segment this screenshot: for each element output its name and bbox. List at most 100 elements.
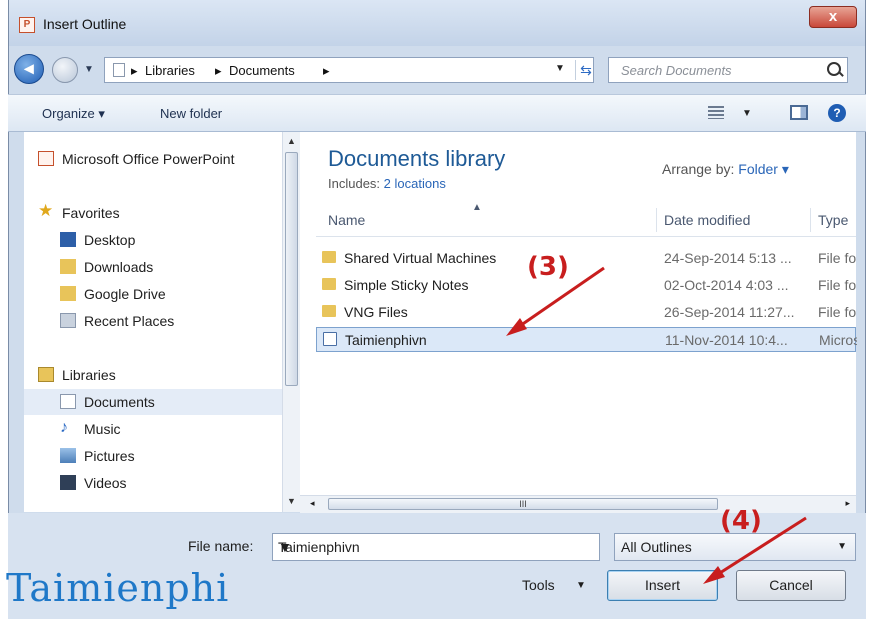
search-placeholder: Search Documents — [621, 63, 732, 78]
nav-item-downloads[interactable]: Downloads — [24, 254, 282, 280]
nav-item-label: Desktop — [84, 232, 136, 248]
file-name-input[interactable]: Taimienphivn ▼ — [272, 533, 600, 561]
refresh-icon[interactable]: ⇆ — [575, 60, 596, 80]
nav-item-documents[interactable]: Documents — [24, 389, 282, 415]
help-icon[interactable]: ? — [828, 104, 846, 122]
file-row-selected[interactable]: Taimienphivn 11-Nov-2014 10:4... Microso… — [316, 327, 857, 352]
column-header: Name ▲ Date modified Type — [316, 202, 856, 237]
column-name[interactable]: Name — [328, 212, 365, 228]
nav-item-label: Recent Places — [84, 313, 175, 329]
search-icon[interactable] — [827, 62, 841, 76]
nav-item-videos[interactable]: Videos — [24, 470, 282, 496]
breadcrumb-separator-icon[interactable]: ▸ — [131, 63, 138, 79]
tools-button[interactable]: Tools — [522, 577, 555, 593]
change-view-icon[interactable] — [708, 106, 724, 119]
file-list-horizontal-scrollbar[interactable]: ◂ III ▸ — [300, 495, 856, 513]
close-button[interactable]: x — [809, 6, 857, 28]
arrange-by: Arrange by: Folder ▾ — [662, 161, 789, 178]
nav-item-label: Microsoft Office PowerPoint — [62, 151, 235, 167]
step-3-annotation: (3) — [527, 252, 569, 282]
search-box[interactable]: Search Documents — [608, 57, 848, 83]
filter-dropdown-icon[interactable]: ▼ — [837, 541, 847, 552]
star-icon: ★ — [38, 201, 54, 220]
powerpoint-icon — [38, 151, 54, 166]
file-type-filter-value: All Outlines — [621, 539, 692, 555]
folder-icon — [322, 278, 336, 290]
preview-pane-icon[interactable] — [790, 105, 808, 120]
horizontal-scroll-thumb[interactable]: III — [328, 498, 718, 510]
breadcrumb-libraries[interactable]: Libraries — [145, 63, 195, 78]
column-divider[interactable] — [656, 208, 657, 232]
folder-icon — [322, 251, 336, 263]
sort-ascending-icon: ▲ — [472, 202, 482, 213]
column-divider[interactable] — [810, 208, 811, 232]
file-type: File folder — [818, 304, 856, 320]
breadcrumb-separator-icon[interactable]: ▸ — [215, 63, 222, 79]
music-icon: ♪ — [60, 419, 68, 436]
nav-item-label: Videos — [84, 475, 127, 491]
nav-item-label: Libraries — [62, 367, 116, 383]
file-row[interactable]: Shared Virtual Machines 24-Sep-2014 5:13… — [316, 246, 856, 271]
videos-icon — [60, 475, 76, 490]
watermark-logo: Taimienphi — [6, 566, 230, 610]
nav-item-label: Pictures — [84, 448, 135, 464]
nav-scroll-thumb[interactable] — [285, 152, 298, 386]
scroll-left-icon[interactable]: ◂ — [310, 498, 315, 509]
nav-item-powerpoint[interactable]: Microsoft Office PowerPoint — [24, 146, 282, 172]
file-list-pane: Documents library Includes: 2 locations … — [300, 132, 857, 495]
file-name-dropdown-icon[interactable]: ▼ — [278, 539, 292, 555]
file-name: Shared Virtual Machines — [344, 250, 497, 266]
column-type[interactable]: Type — [818, 212, 848, 228]
nav-scrollbar[interactable]: ▲ ▼ — [282, 132, 300, 512]
breadcrumb-separator-icon[interactable]: ▸ — [323, 63, 330, 79]
file-name: VNG Files — [344, 304, 408, 320]
folder-icon — [322, 305, 336, 317]
forward-button[interactable] — [52, 57, 78, 83]
nav-item-label: Documents — [84, 394, 155, 410]
file-type: File folder — [818, 277, 856, 293]
organize-button[interactable]: Organize ▾ — [42, 106, 105, 122]
file-row[interactable]: VNG Files 26-Sep-2014 11:27... File fold… — [316, 300, 856, 325]
file-name-label: File name: — [188, 538, 254, 554]
scroll-down-icon[interactable]: ▼ — [287, 496, 296, 506]
tools-dropdown-icon[interactable]: ▼ — [576, 580, 586, 591]
view-dropdown-icon[interactable]: ▼ — [742, 108, 752, 119]
downloads-icon — [60, 259, 76, 274]
nav-item-favorites[interactable]: ★ Favorites — [24, 200, 282, 226]
scroll-up-icon[interactable]: ▲ — [287, 136, 296, 146]
address-dropdown-icon[interactable]: ▼ — [555, 63, 565, 74]
pictures-icon — [60, 448, 76, 463]
new-folder-button[interactable]: New folder — [160, 106, 222, 121]
nav-item-desktop[interactable]: Desktop — [24, 227, 282, 253]
file-name: Taimienphivn — [345, 332, 427, 348]
address-bar[interactable]: ▸ Libraries ▸ Documents ▸ ▼ ⇆ — [104, 57, 594, 83]
navigation-pane: Microsoft Office PowerPoint ★ Favorites … — [24, 132, 282, 512]
history-dropdown-icon[interactable]: ▼ — [84, 64, 94, 75]
library-title: Documents library — [328, 146, 506, 171]
title-bar: P Insert Outline x — [9, 0, 865, 46]
scroll-right-icon[interactable]: ▸ — [845, 498, 850, 509]
cancel-button[interactable]: Cancel — [736, 570, 846, 601]
nav-item-pictures[interactable]: Pictures — [24, 443, 282, 469]
google-drive-icon — [60, 286, 76, 301]
recent-places-icon — [60, 313, 76, 328]
arrange-by-label: Arrange by: — [662, 161, 735, 177]
nav-item-recent-places[interactable]: Recent Places — [24, 308, 282, 334]
file-row[interactable]: Simple Sticky Notes 02-Oct-2014 4:03 ...… — [316, 273, 856, 298]
includes-locations-link[interactable]: 2 locations — [384, 176, 446, 191]
nav-item-label: Downloads — [84, 259, 154, 275]
column-date-modified[interactable]: Date modified — [664, 212, 750, 228]
nav-item-google-drive[interactable]: Google Drive — [24, 281, 282, 307]
breadcrumb-documents[interactable]: Documents — [229, 63, 295, 78]
file-type-filter[interactable]: All Outlines ▼ — [614, 533, 856, 561]
powerpoint-icon: P — [19, 17, 35, 33]
nav-item-label: Music — [84, 421, 121, 437]
includes-label: Includes: — [328, 176, 381, 191]
arrange-by-dropdown[interactable]: Folder ▾ — [738, 161, 789, 177]
back-button[interactable]: ◂ — [14, 54, 44, 84]
nav-item-libraries[interactable]: Libraries — [24, 362, 282, 388]
insert-button[interactable]: Insert — [607, 570, 718, 601]
nav-item-music[interactable]: ♪ Music — [24, 416, 282, 442]
file-type: Microsoft — [819, 332, 857, 348]
nav-item-label: Favorites — [62, 205, 120, 221]
